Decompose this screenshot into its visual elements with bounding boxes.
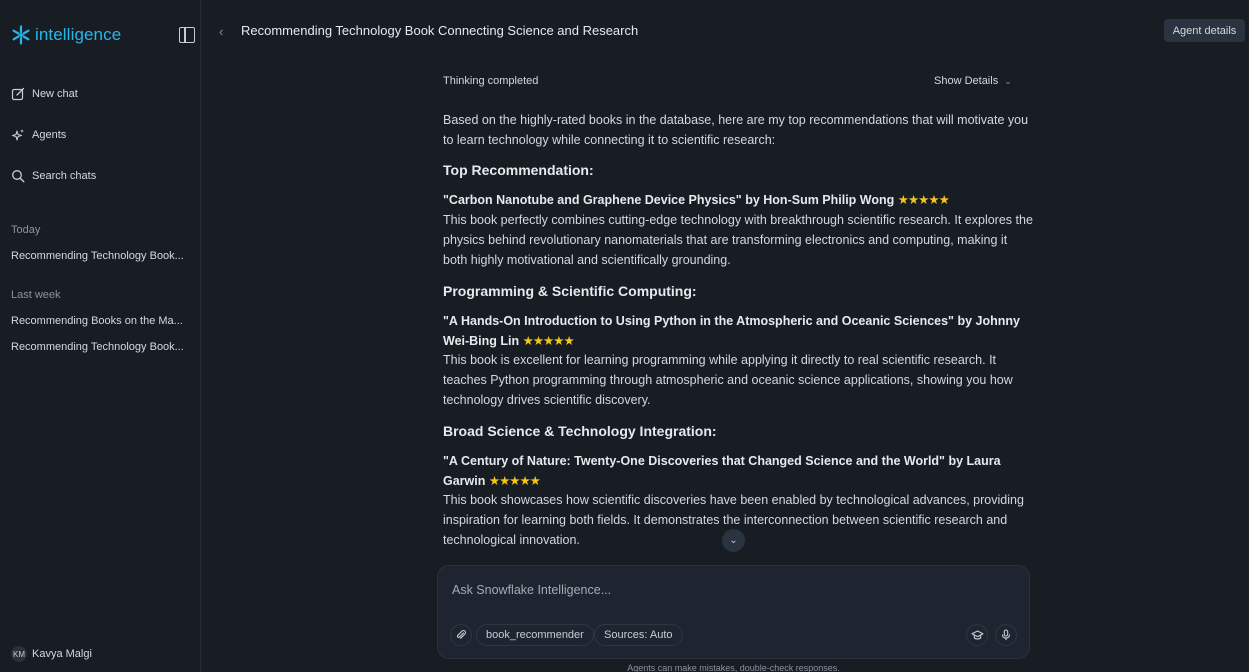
- graduation-cap-icon: [970, 629, 984, 640]
- section-heading: Programming & Scientific Computing:: [443, 283, 697, 299]
- logo[interactable]: intelligence: [11, 24, 195, 48]
- page-title: Recommending Technology Book Connecting …: [241, 23, 639, 38]
- show-details-button[interactable]: Show Details ⌄: [934, 75, 1012, 87]
- sidebar-toggle-icon[interactable]: [179, 27, 195, 43]
- new-chat-label: New chat: [32, 88, 78, 100]
- chat-history-item[interactable]: Recommending Books on the Ma...: [11, 315, 191, 327]
- chat-history-item[interactable]: Recommending Technology Book...: [11, 250, 191, 262]
- paperclip-icon: [456, 630, 466, 639]
- logo-text: intelligence: [35, 25, 122, 44]
- chevron-down-icon: ⌄: [1004, 75, 1012, 86]
- intro-text: Based on the highly-rated books in the d…: [443, 113, 1029, 147]
- agent-details-button[interactable]: Agent details: [1164, 19, 1245, 42]
- avatar: KM: [11, 646, 27, 662]
- section-label-today: Today: [11, 224, 41, 236]
- chevron-down-icon: ⌄: [729, 535, 738, 546]
- agent-selector-pill[interactable]: book_recommender: [476, 624, 594, 646]
- sources-selector-pill[interactable]: Sources: Auto: [594, 624, 683, 646]
- star-rating-icon: ★★★★★: [522, 334, 575, 348]
- attach-button[interactable]: [450, 624, 472, 646]
- star-rating-icon: ★★★★★: [488, 474, 541, 488]
- book-title: "A Hands-On Introduction to Using Python…: [443, 311, 1033, 351]
- scroll-down-button[interactable]: ⌄: [722, 529, 745, 552]
- snowflake-icon: [12, 25, 30, 45]
- chevron-left-icon[interactable]: ‹: [219, 24, 223, 39]
- user-profile[interactable]: KM Kavya Malgi: [11, 646, 92, 662]
- microphone-button[interactable]: [995, 624, 1017, 646]
- search-icon: [12, 170, 25, 183]
- agents-label: Agents: [32, 129, 67, 141]
- book-description: This book perfectly combines cutting-edg…: [443, 213, 1033, 267]
- book-title: "A Century of Nature: Twenty-One Discove…: [443, 451, 1033, 491]
- sidebar: intelligence New chat Agents Search chat…: [0, 0, 201, 672]
- book-title-text: "Carbon Nanotube and Graphene Device Phy…: [443, 193, 895, 207]
- star-rating-icon: ★★★★★: [897, 193, 950, 207]
- thinking-status: Thinking completed: [443, 75, 539, 87]
- section-heading: Broad Science & Technology Integration:: [443, 423, 717, 439]
- microphone-icon: [1001, 629, 1011, 640]
- book-title: "Carbon Nanotube and Graphene Device Phy…: [443, 190, 1033, 210]
- show-details-label: Show Details: [934, 75, 999, 87]
- section-heading: Top Recommendation:: [443, 162, 594, 178]
- research-mode-button[interactable]: [966, 624, 988, 646]
- sparkle-icon: [11, 129, 24, 141]
- agents-button[interactable]: Agents: [11, 125, 191, 145]
- chat-history-item[interactable]: Recommending Technology Book...: [11, 341, 191, 353]
- composer: book_recommender Sources: Auto: [437, 565, 1030, 659]
- user-name: Kavya Malgi: [32, 648, 92, 660]
- disclaimer-text: Agents can make mistakes, double-check r…: [627, 663, 840, 672]
- new-chat-button[interactable]: New chat: [11, 84, 191, 104]
- new-chat-icon: [11, 87, 25, 101]
- section-label-last-week: Last week: [11, 289, 61, 301]
- book-description: This book is excellent for learning prog…: [443, 353, 1013, 407]
- search-chats-label: Search chats: [32, 170, 97, 182]
- chat-input[interactable]: [452, 581, 1012, 599]
- search-chats-button[interactable]: Search chats: [11, 166, 191, 186]
